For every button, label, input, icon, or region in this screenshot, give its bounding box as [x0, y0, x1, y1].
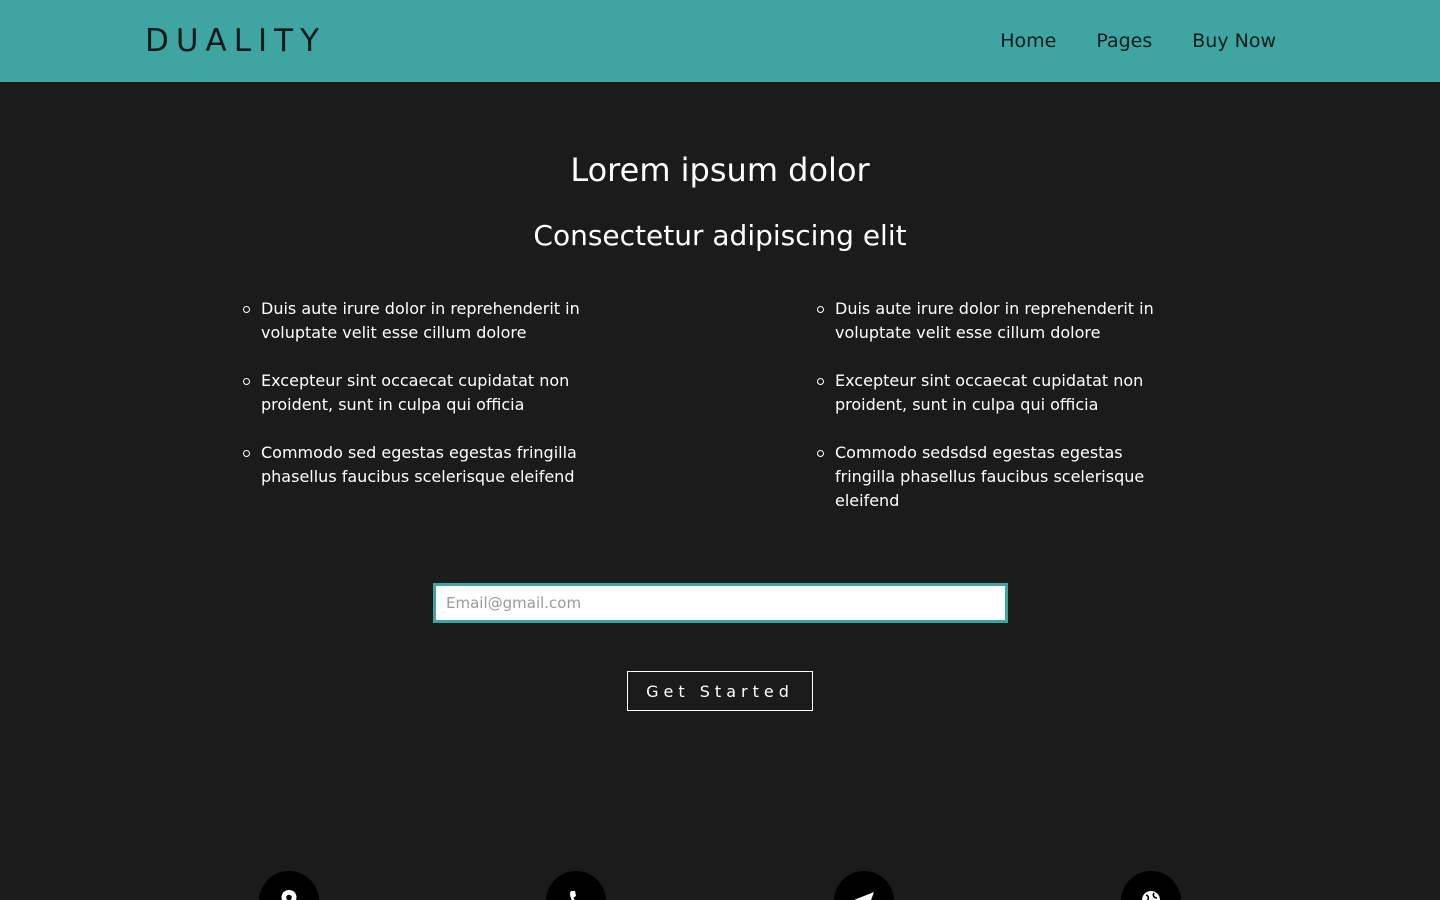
nav-home-link[interactable]: Home: [1000, 28, 1056, 54]
hero-title: Lorem ipsum dolor: [570, 151, 870, 189]
list-item: Excepteur sint occaecat cupidatat non pr…: [817, 369, 1157, 417]
nav-pages-link[interactable]: Pages: [1096, 28, 1152, 54]
globe-icon: [1121, 871, 1181, 900]
main-nav: Home Pages Buy Now: [1000, 28, 1276, 54]
list-item: Commodo sed egestas egestas fringilla ph…: [243, 441, 583, 489]
paper-plane-icon: [834, 871, 894, 900]
feature-list-right: Duis aute irure dolor in reprehenderit i…: [817, 297, 1157, 537]
nav-buy-now-link[interactable]: Buy Now: [1192, 28, 1276, 54]
hero-subtitle: Consectetur adipiscing elit: [533, 219, 907, 252]
feature-list-left: Duis aute irure dolor in reprehenderit i…: [243, 297, 583, 513]
phone-icon: [546, 871, 606, 900]
email-input[interactable]: [433, 583, 1008, 623]
site-header: DUALITY Home Pages Buy Now: [0, 0, 1440, 82]
list-item: Duis aute irure dolor in reprehenderit i…: [817, 297, 1157, 345]
list-item: Duis aute irure dolor in reprehenderit i…: [243, 297, 583, 345]
map-pin-icon: [259, 871, 319, 900]
get-started-button[interactable]: Get Started: [627, 671, 813, 711]
logo[interactable]: DUALITY: [145, 22, 326, 60]
list-item: Excepteur sint occaecat cupidatat non pr…: [243, 369, 583, 417]
list-item: Commodo sedsdsd egestas egestas fringill…: [817, 441, 1157, 513]
